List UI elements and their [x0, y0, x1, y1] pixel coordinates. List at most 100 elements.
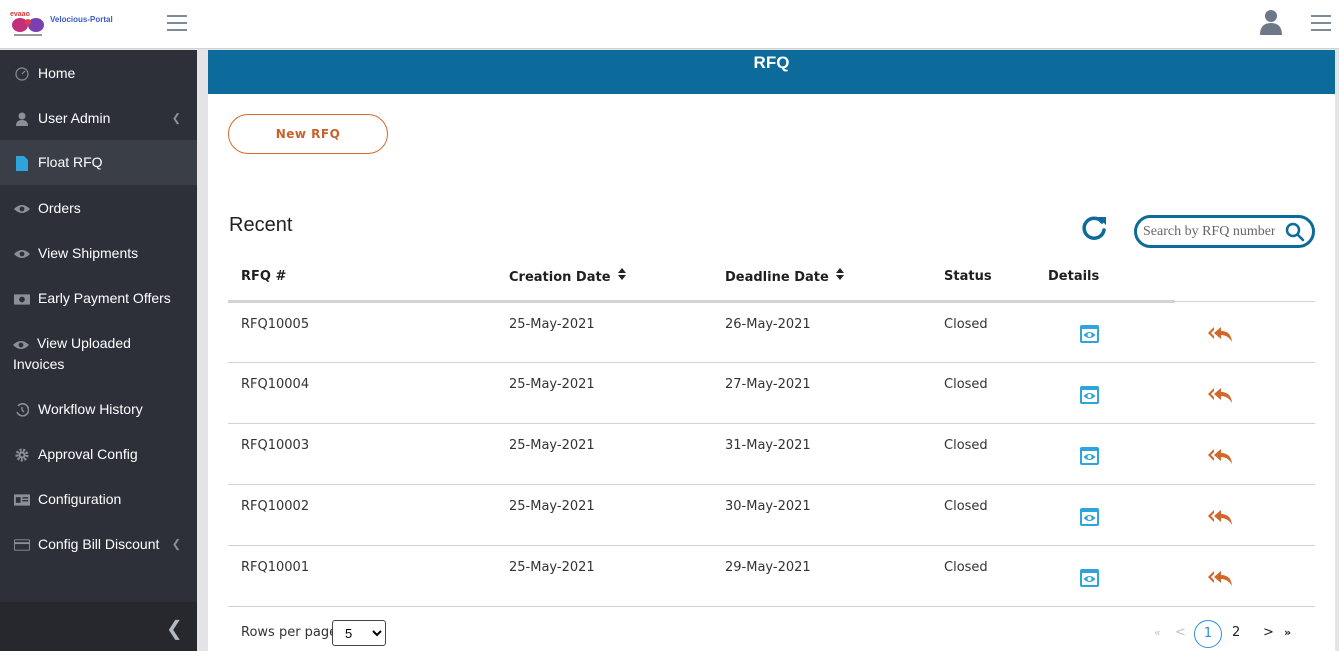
column-header-rfq: RFQ #	[228, 254, 496, 303]
chevron-left-icon: ❮	[171, 538, 181, 550]
rfq-number: RFQ10003	[228, 423, 496, 485]
sidebar-item-view-shipments[interactable]: View Shipments	[0, 243, 197, 264]
creation-date: 25-May-2021	[496, 545, 712, 607]
details-cell	[1035, 484, 1175, 546]
column-header-deadline-date[interactable]: Deadline Date	[712, 254, 931, 303]
details-cell	[1035, 362, 1175, 424]
rows-per-page-select[interactable]: 5	[332, 620, 386, 646]
sidebar-toggle-button[interactable]	[167, 15, 187, 31]
table-row: RFQ10003 25-May-2021 31-May-2021 Closed	[228, 423, 1315, 485]
sidebar-collapse-button[interactable]: ❮	[0, 602, 197, 651]
gear-icon	[14, 447, 30, 463]
column-header-status: Status	[931, 254, 1035, 303]
rows-per-page-label: Rows per page	[241, 625, 338, 640]
sidebar-item-label: Home	[38, 65, 76, 81]
user-profile-icon[interactable]	[1259, 9, 1283, 35]
search-input[interactable]	[1143, 222, 1275, 242]
top-navbar: evaao Velocious-Portal	[0, 0, 1339, 49]
search-icon[interactable]	[1285, 222, 1305, 242]
sidebar: Home User Admin ❮ Float RFQ Orders View Shipm…	[0, 50, 197, 651]
rfq-number: RFQ10002	[228, 484, 496, 546]
status: Closed	[931, 301, 1035, 363]
deadline-date: 27-May-2021	[712, 362, 931, 424]
sidebar-item-config-bill-discount[interactable]: Config Bill Discount ❮	[0, 534, 197, 555]
new-rfq-button[interactable]: New RFQ	[228, 114, 388, 154]
creation-date: 25-May-2021	[496, 423, 712, 485]
column-header-creation-date[interactable]: Creation Date	[496, 254, 712, 303]
creation-date: 25-May-2021	[496, 301, 712, 363]
sidebar-item-approval-config[interactable]: Approval Config	[0, 444, 197, 465]
deadline-date: 29-May-2021	[712, 545, 931, 607]
sidebar-item-label: View Uploaded Invoices	[13, 335, 131, 372]
sidebar-item-workflow-history[interactable]: Workflow History	[0, 399, 197, 420]
refresh-icon[interactable]	[1081, 214, 1109, 242]
view-details-icon[interactable]	[1080, 446, 1099, 465]
sidebar-item-orders[interactable]: Orders	[0, 198, 197, 219]
sidebar-item-configuration[interactable]: Configuration	[0, 489, 197, 510]
history-icon	[14, 402, 30, 418]
sidebar-item-user-admin[interactable]: User Admin ❮	[0, 108, 197, 129]
deadline-date: 31-May-2021	[712, 423, 931, 485]
last-page-button[interactable]: »	[1284, 626, 1291, 639]
reply-all-icon[interactable]	[1207, 447, 1233, 465]
reply-all-icon[interactable]	[1207, 325, 1233, 343]
actions-cell	[1175, 423, 1315, 485]
reply-all-icon[interactable]	[1207, 569, 1233, 587]
page-title: RFQ	[208, 50, 1335, 94]
deadline-date: 30-May-2021	[712, 484, 931, 546]
main-content: RFQ New RFQ Recent RFQ # Creation Date D…	[208, 50, 1335, 651]
details-cell	[1035, 545, 1175, 607]
actions-cell	[1175, 301, 1315, 363]
sidebar-item-label: Approval Config	[38, 446, 138, 462]
details-cell	[1035, 301, 1175, 363]
search-box	[1134, 215, 1315, 248]
deadline-date: 26-May-2021	[712, 301, 931, 363]
table-row: RFQ10002 25-May-2021 30-May-2021 Closed	[228, 484, 1315, 546]
sort-icon[interactable]	[835, 268, 844, 283]
scrollbar[interactable]	[1335, 50, 1339, 651]
sidebar-item-float-rfq[interactable]: Float RFQ	[0, 140, 197, 185]
rfq-number: RFQ10001	[228, 545, 496, 607]
sidebar-item-home[interactable]: Home	[0, 63, 197, 84]
view-details-icon[interactable]	[1080, 385, 1099, 404]
app-title: Velocious-Portal	[50, 15, 113, 24]
money-icon	[14, 291, 30, 307]
reply-all-icon[interactable]	[1207, 508, 1233, 526]
rfq-number: RFQ10004	[228, 362, 496, 424]
sidebar-item-label: Early Payment Offers	[38, 290, 171, 306]
section-title: Recent	[229, 214, 293, 236]
prev-page-button[interactable]: <	[1175, 625, 1186, 640]
sidebar-item-label: Configuration	[38, 491, 122, 507]
sidebar-item-label: User Admin	[38, 110, 111, 126]
creation-date: 25-May-2021	[496, 362, 712, 424]
sidebar-item-label: Float RFQ	[38, 154, 103, 170]
eye-icon	[14, 246, 30, 262]
menu-toggle-button[interactable]	[1311, 15, 1331, 31]
sidebar-item-view-uploaded-invoices[interactable]: View Uploaded Invoices	[0, 333, 180, 375]
user-icon	[14, 111, 30, 127]
table-row: RFQ10004 25-May-2021 27-May-2021 Closed	[228, 362, 1315, 424]
actions-cell	[1175, 362, 1315, 424]
page-2-button[interactable]: 2	[1232, 625, 1240, 640]
sort-icon[interactable]	[617, 268, 626, 283]
sidebar-item-label: Workflow History	[38, 401, 143, 417]
logo-icon: evaao	[10, 11, 44, 36]
next-page-button[interactable]: >	[1263, 625, 1274, 640]
actions-cell	[1175, 545, 1315, 607]
dashboard-icon	[14, 66, 30, 82]
status: Closed	[931, 484, 1035, 546]
eye-icon	[13, 337, 29, 353]
view-details-icon[interactable]	[1080, 568, 1099, 587]
view-details-icon[interactable]	[1080, 507, 1099, 526]
rfq-number: RFQ10005	[228, 301, 496, 363]
file-icon	[14, 155, 30, 171]
sidebar-item-early-payment-offers[interactable]: Early Payment Offers	[0, 288, 197, 309]
table-row: RFQ10001 25-May-2021 29-May-2021 Closed	[228, 545, 1315, 607]
chevron-left-icon: ❮	[171, 112, 181, 124]
first-page-button[interactable]: «	[1154, 626, 1161, 639]
page-1-button[interactable]: 1	[1194, 620, 1222, 648]
chevron-left-icon: ❮	[166, 616, 183, 640]
view-details-icon[interactable]	[1080, 325, 1099, 343]
credit-card-icon	[14, 537, 30, 553]
reply-all-icon[interactable]	[1207, 386, 1233, 404]
